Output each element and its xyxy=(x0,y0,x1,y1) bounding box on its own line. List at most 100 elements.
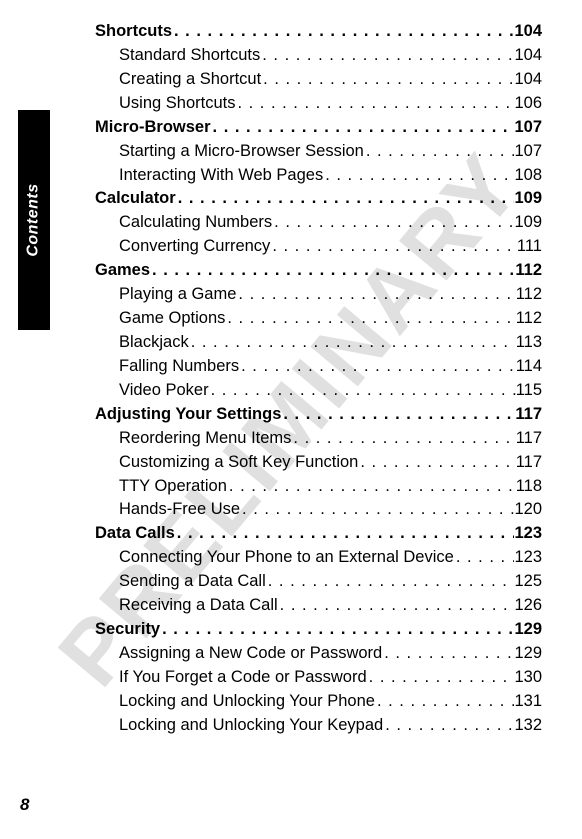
toc-row: Locking and Unlocking Your Phone. . . . … xyxy=(95,690,542,714)
toc-page: 109 xyxy=(514,211,542,235)
toc-page: 125 xyxy=(514,570,542,594)
toc-page: 113 xyxy=(516,331,542,355)
toc-row: Playing a Game. . . . . . . . . . . . . … xyxy=(95,283,542,307)
side-tab: Contents xyxy=(18,110,50,330)
toc-leader-dots: . . . . . . . . . . . . . . . . . . . . … xyxy=(225,307,515,331)
toc-row: Falling Numbers. . . . . . . . . . . . .… xyxy=(95,355,542,379)
toc-page: 114 xyxy=(516,355,542,379)
toc-page: 117 xyxy=(516,427,542,451)
toc-label: Games xyxy=(95,259,150,283)
toc-leader-dots: . . . . . . . . . . . . . . . . . . . . … xyxy=(189,331,516,355)
toc-page: 129 xyxy=(514,618,542,642)
toc-row: Security. . . . . . . . . . . . . . . . … xyxy=(95,618,542,642)
toc-label: Starting a Micro-Browser Session xyxy=(119,140,364,164)
page-number: 8 xyxy=(20,795,29,815)
toc-label: Creating a Shortcut xyxy=(119,68,261,92)
toc-leader-dots: . . . . . . . . . . . . . . . . . . . . … xyxy=(382,642,514,666)
toc-row: Reordering Menu Items. . . . . . . . . .… xyxy=(95,427,542,451)
toc-label: Calculating Numbers xyxy=(119,211,272,235)
toc-page: 117 xyxy=(515,403,542,427)
toc-page: 107 xyxy=(514,140,542,164)
toc-leader-dots: . . . . . . . . . . . . . . . . . . . . … xyxy=(239,355,516,379)
toc-page: 104 xyxy=(514,20,542,44)
toc-label: Game Options xyxy=(119,307,225,331)
toc-page: 120 xyxy=(514,498,542,522)
toc-leader-dots: . . . . . . . . . . . . . . . . . . . . … xyxy=(209,379,516,403)
toc-label: Blackjack xyxy=(119,331,189,355)
toc-label: Interacting With Web Pages xyxy=(119,164,323,188)
toc-row: Shortcuts. . . . . . . . . . . . . . . .… xyxy=(95,20,542,44)
toc-row: Data Calls. . . . . . . . . . . . . . . … xyxy=(95,522,542,546)
toc-row: Using Shortcuts. . . . . . . . . . . . .… xyxy=(95,92,542,116)
toc-page: 112 xyxy=(516,283,542,307)
toc-label: Security xyxy=(95,618,160,642)
toc-page: 118 xyxy=(516,475,542,499)
toc-row: Customizing a Soft Key Function. . . . .… xyxy=(95,451,542,475)
toc-leader-dots: . . . . . . . . . . . . . . . . . . . . … xyxy=(172,20,514,44)
toc-leader-dots: . . . . . . . . . . . . . . . . . . . . … xyxy=(272,211,514,235)
toc-label: If You Forget a Code or Password xyxy=(119,666,367,690)
toc-row: Receiving a Data Call. . . . . . . . . .… xyxy=(95,594,542,618)
toc-label: Connecting Your Phone to an External Dev… xyxy=(119,546,454,570)
toc-leader-dots: . . . . . . . . . . . . . . . . . . . . … xyxy=(175,522,515,546)
toc-leader-dots: . . . . . . . . . . . . . . . . . . . . … xyxy=(323,164,514,188)
toc-page: 117 xyxy=(516,451,542,475)
toc-row: Games. . . . . . . . . . . . . . . . . .… xyxy=(95,259,542,283)
toc-row: TTY Operation. . . . . . . . . . . . . .… xyxy=(95,475,542,499)
toc-row: Creating a Shortcut. . . . . . . . . . .… xyxy=(95,68,542,92)
toc-page: 123 xyxy=(514,522,542,546)
toc-label: Hands-Free Use xyxy=(119,498,240,522)
toc-leader-dots: . . . . . . . . . . . . . . . . . . . . … xyxy=(235,92,514,116)
toc-label: Using Shortcuts xyxy=(119,92,235,116)
toc-page: 130 xyxy=(514,666,542,690)
toc-row: Hands-Free Use. . . . . . . . . . . . . … xyxy=(95,498,542,522)
toc-page: 106 xyxy=(514,92,542,116)
toc-page: 112 xyxy=(515,259,542,283)
toc-label: Standard Shortcuts xyxy=(119,44,260,68)
toc-label: Data Calls xyxy=(95,522,175,546)
toc-row: Interacting With Web Pages. . . . . . . … xyxy=(95,164,542,188)
toc-label: Sending a Data Call xyxy=(119,570,266,594)
toc-leader-dots: . . . . . . . . . . . . . . . . . . . . … xyxy=(260,44,514,68)
toc-row: Connecting Your Phone to an External Dev… xyxy=(95,546,542,570)
toc-label: Video Poker xyxy=(119,379,209,403)
toc-page: 129 xyxy=(514,642,542,666)
toc-row: Calculator. . . . . . . . . . . . . . . … xyxy=(95,187,542,211)
toc-label: Falling Numbers xyxy=(119,355,239,379)
toc-row: Locking and Unlocking Your Keypad. . . .… xyxy=(95,714,542,738)
toc-leader-dots: . . . . . . . . . . . . . . . . . . . . … xyxy=(261,68,514,92)
toc-row: Micro-Browser. . . . . . . . . . . . . .… xyxy=(95,116,542,140)
toc-leader-dots: . . . . . . . . . . . . . . . . . . . . … xyxy=(211,116,515,140)
toc-leader-dots: . . . . . . . . . . . . . . . . . . . . … xyxy=(227,475,516,499)
toc-label: Receiving a Data Call xyxy=(119,594,278,618)
toc-leader-dots: . . . . . . . . . . . . . . . . . . . . … xyxy=(291,427,515,451)
toc-leader-dots: . . . . . . . . . . . . . . . . . . . . … xyxy=(278,594,515,618)
toc-page: 112 xyxy=(516,307,542,331)
toc-leader-dots: . . . . . . . . . . . . . . . . . . . . … xyxy=(375,690,515,714)
toc-page: 126 xyxy=(514,594,542,618)
toc-leader-dots: . . . . . . . . . . . . . . . . . . . . … xyxy=(281,403,515,427)
toc-leader-dots: . . . . . . . . . . . . . . . . . . . . … xyxy=(266,570,515,594)
toc-leader-dots: . . . . . . . . . . . . . . . . . . . . … xyxy=(240,498,514,522)
toc-leader-dots: . . . . . . . . . . . . . . . . . . . . … xyxy=(367,666,515,690)
toc-row: Converting Currency. . . . . . . . . . .… xyxy=(95,235,542,259)
toc-leader-dots: . . . . . . . . . . . . . . . . . . . . … xyxy=(176,187,515,211)
toc-leader-dots: . . . . . . . . . . . . . . . . . . . . … xyxy=(270,235,517,259)
toc-label: Locking and Unlocking Your Phone xyxy=(119,690,375,714)
toc-label: Customizing a Soft Key Function xyxy=(119,451,358,475)
toc-page: 108 xyxy=(514,164,542,188)
toc-label: Shortcuts xyxy=(95,20,172,44)
toc-page: 115 xyxy=(516,379,542,403)
side-tab-label: Contents xyxy=(25,183,43,256)
toc-row: Sending a Data Call. . . . . . . . . . .… xyxy=(95,570,542,594)
toc-leader-dots: . . . . . . . . . . . . . . . . . . . . … xyxy=(236,283,515,307)
toc-label: Adjusting Your Settings xyxy=(95,403,281,427)
toc-row: If You Forget a Code or Password. . . . … xyxy=(95,666,542,690)
toc-row: Calculating Numbers. . . . . . . . . . .… xyxy=(95,211,542,235)
toc-page: 109 xyxy=(514,187,542,211)
toc-row: Game Options. . . . . . . . . . . . . . … xyxy=(95,307,542,331)
toc-row: Assigning a New Code or Password. . . . … xyxy=(95,642,542,666)
toc-leader-dots: . . . . . . . . . . . . . . . . . . . . … xyxy=(454,546,515,570)
toc-page: 111 xyxy=(517,235,542,259)
toc-page: 107 xyxy=(514,116,542,140)
